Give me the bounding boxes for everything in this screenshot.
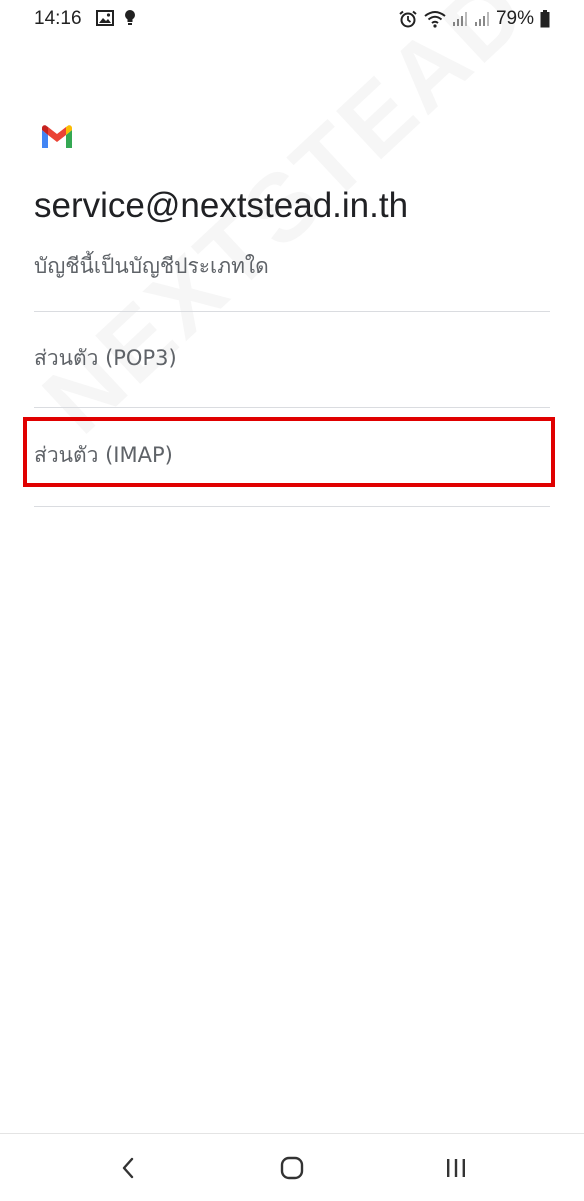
navigation-bar <box>0 1133 584 1201</box>
divider <box>34 407 550 408</box>
signal-icon <box>474 11 490 27</box>
divider <box>34 311 550 312</box>
option-label: ส่วนตัว (IMAP) <box>34 442 173 467</box>
signal-icon <box>452 11 468 27</box>
account-email: service@nextstead.in.th <box>34 186 409 225</box>
status-right-icons: 79% <box>398 8 550 30</box>
status-bar: 14:16 79% <box>0 0 584 38</box>
option-pop3[interactable]: ส่วนตัว (POP3) <box>34 313 550 403</box>
battery-icon <box>540 10 550 28</box>
home-button[interactable] <box>272 1152 312 1184</box>
home-icon <box>279 1156 305 1180</box>
back-icon <box>120 1156 136 1180</box>
status-left-icons <box>96 9 136 26</box>
bulb-icon <box>124 9 136 26</box>
battery-percent: 79% <box>495 8 534 29</box>
status-time: 14:16 <box>34 8 82 29</box>
divider <box>34 506 550 507</box>
alarm-icon <box>398 10 418 28</box>
image-icon <box>96 9 114 26</box>
recents-icon <box>444 1156 468 1180</box>
option-label: ส่วนตัว (POP3) <box>34 345 177 370</box>
wifi-icon <box>424 10 446 28</box>
option-imap[interactable]: ส่วนตัว (IMAP) <box>34 410 550 500</box>
recents-button[interactable] <box>436 1152 476 1184</box>
account-type-question: บัญชีนี้เป็นบัญชีประเภทใด <box>34 254 269 278</box>
back-button[interactable] <box>108 1152 148 1184</box>
gmail-icon <box>40 124 74 150</box>
